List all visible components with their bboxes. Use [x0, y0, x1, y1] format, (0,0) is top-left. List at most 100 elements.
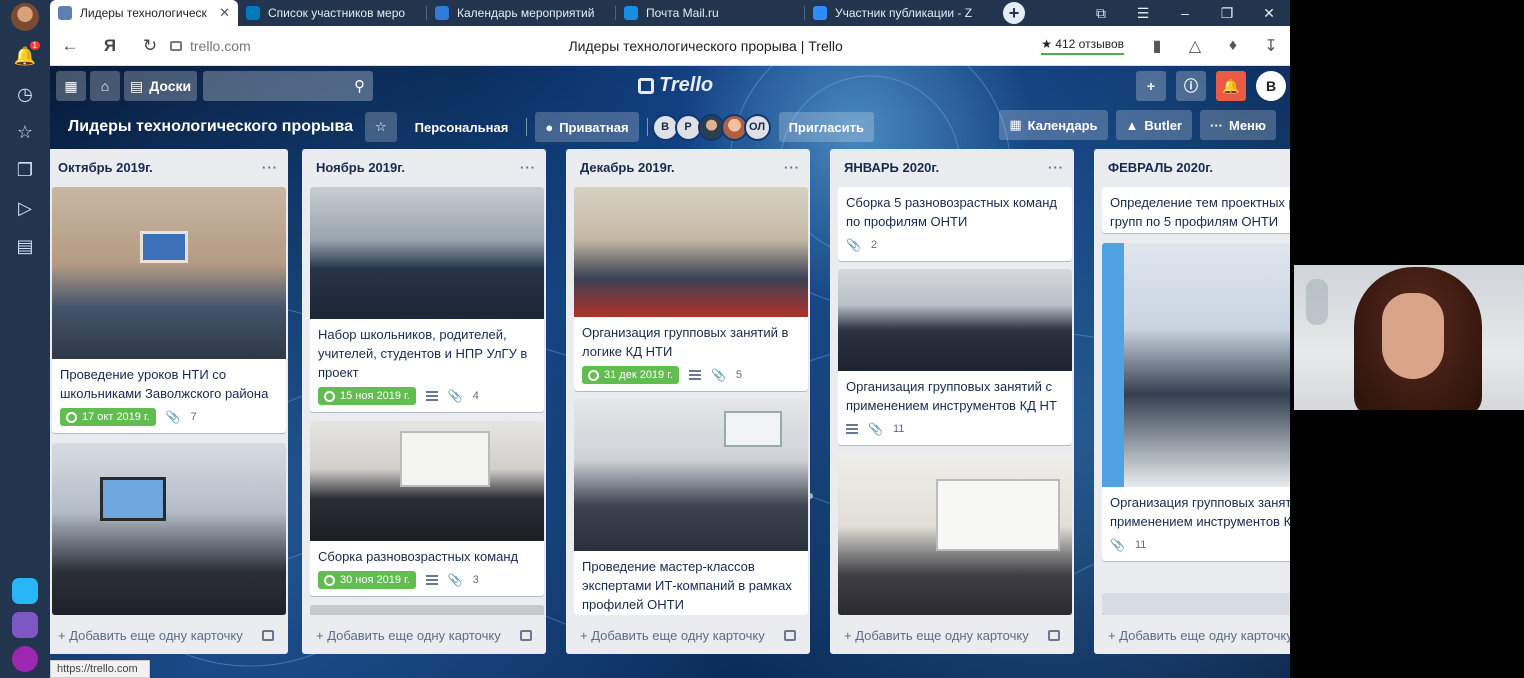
card[interactable]: Проведение уроков НТИ со школьниками Зав… — [52, 187, 286, 433]
list-header[interactable]: Октябрь 2019г. ··· — [50, 149, 288, 185]
card[interactable]: Организация групповых занят применением … — [1102, 243, 1290, 561]
protect-icon[interactable]: △ — [1176, 36, 1214, 56]
member-avatar[interactable]: ОЛ — [743, 113, 771, 141]
card-partial[interactable] — [310, 605, 544, 615]
calendar-button[interactable]: ▦ Календарь — [999, 110, 1108, 140]
profile-avatar[interactable] — [11, 3, 39, 31]
info-icon[interactable]: ⓘ — [1176, 71, 1206, 101]
browser-menu-icon[interactable]: ☰ — [1122, 5, 1164, 22]
boards-button[interactable]: ▤ Доски — [124, 71, 198, 101]
star-board-button[interactable]: ☆ — [364, 112, 397, 142]
list-title[interactable]: Декабрь 2019г. — [580, 160, 675, 175]
list-menu-icon[interactable]: ··· — [784, 160, 800, 175]
tab[interactable]: Участник публикации - Z — [805, 0, 993, 26]
list-menu-icon[interactable]: ··· — [520, 160, 536, 175]
add-card-button[interactable]: + Добавить еще одну карточку — [830, 616, 1074, 654]
restore-icon[interactable]: ❐ — [1206, 5, 1248, 22]
webcam-video — [1294, 265, 1524, 410]
list-header[interactable]: ФЕВРАЛЬ 2020г. — [1094, 149, 1290, 185]
download-icon[interactable]: ↧ — [1252, 36, 1290, 56]
card-template-icon[interactable] — [520, 629, 532, 641]
card[interactable]: Организация групповых занятий в логике К… — [574, 187, 808, 391]
home-icon[interactable]: ⌂ — [90, 71, 120, 101]
tabs-overview-icon[interactable]: ⧉ — [1080, 5, 1122, 22]
list-title[interactable]: ЯНВАРЬ 2020г. — [844, 160, 939, 175]
board-title[interactable]: Лидеры технологического прорыва — [68, 118, 353, 136]
tab[interactable]: Календарь мероприятий — [427, 0, 615, 26]
card[interactable]: Определение тем проектных р групп по 5 п… — [1102, 187, 1290, 233]
bookmark-icon[interactable]: ▮ — [1138, 36, 1176, 56]
messenger-app-icon[interactable] — [12, 578, 38, 604]
reviews-badge[interactable]: ★ 412 отзывов — [1041, 37, 1124, 55]
visibility-button[interactable]: ● Приватная — [535, 112, 639, 142]
attachment-count: 3 — [472, 574, 479, 586]
history-clock-icon[interactable]: ◷ — [12, 81, 38, 107]
card-title: Организация групповых занятий в логике К… — [582, 325, 789, 359]
card[interactable] — [838, 453, 1072, 615]
url-field[interactable]: trello.com — [170, 38, 370, 54]
due-date-badge[interactable]: 17 окт 2019 г. — [60, 408, 156, 426]
card[interactable]: Сборка разновозрастных команд 30 ноя 201… — [310, 421, 544, 596]
butler-button[interactable]: ▲ Butler — [1115, 110, 1192, 140]
search-input[interactable]: ⚲ — [203, 71, 374, 101]
card[interactable]: Набор школьников, родителей, учителей, с… — [310, 187, 544, 412]
status-url-tooltip: https://trello.com — [50, 660, 150, 678]
close-tab-icon[interactable]: ✕ — [219, 5, 230, 21]
list-header[interactable]: Декабрь 2019г. ··· — [566, 149, 810, 185]
back-arrow-icon[interactable]: ← — [50, 36, 90, 56]
notifications-bell-icon[interactable]: 🔔 1 — [12, 41, 40, 69]
tab[interactable]: Почта Mail.ru — [616, 0, 804, 26]
due-date-badge[interactable]: 31 дек 2019 г. — [582, 366, 679, 384]
card[interactable]: Организация групповых занятий с применен… — [838, 269, 1072, 445]
list-menu-icon[interactable]: ··· — [1048, 160, 1064, 175]
apps-grid-icon[interactable]: ▦ — [56, 71, 86, 101]
list-header[interactable]: ЯНВАРЬ 2020г. ··· — [830, 149, 1074, 185]
add-card-button[interactable]: + Добавить еще одну карточку — [50, 616, 288, 654]
collections-icon[interactable]: ❐ — [12, 157, 38, 183]
bookmarks-star-icon[interactable]: ☆ — [12, 119, 38, 145]
card[interactable]: Сборка 5 разновозрастных команд по профи… — [838, 187, 1072, 261]
clock-icon — [588, 369, 599, 381]
user-avatar[interactable]: В — [1256, 71, 1286, 101]
list-header[interactable]: Ноябрь 2019г. ··· — [302, 149, 546, 185]
list-title[interactable]: Октябрь 2019г. — [58, 160, 153, 175]
menu-button[interactable]: ··· Меню — [1199, 110, 1276, 140]
reload-icon[interactable]: ↻ — [130, 36, 170, 56]
add-card-button[interactable]: + Добавить еще одну карточку — [1094, 616, 1290, 654]
due-date-badge[interactable]: 30 ноя 2019 г. — [318, 571, 416, 589]
add-card-button[interactable]: + Добавить еще одну карточку — [302, 616, 546, 654]
list-title[interactable]: Ноябрь 2019г. — [316, 160, 405, 175]
card-template-icon[interactable] — [1048, 629, 1060, 641]
create-plus-button[interactable]: + — [1136, 71, 1166, 101]
card-title: Набор школьников, родителей, учителей, с… — [318, 327, 528, 380]
play-icon[interactable]: ▷ — [12, 195, 38, 221]
yandex-logo-icon[interactable]: Я — [90, 36, 130, 56]
boards-label: Доски — [149, 78, 192, 94]
due-date-badge[interactable]: 15 ноя 2019 г. — [318, 387, 416, 405]
wallet-icon[interactable]: ▤ — [12, 233, 38, 259]
card-template-icon[interactable] — [784, 629, 796, 641]
alice-app-icon[interactable] — [12, 612, 38, 638]
new-tab-plus-icon[interactable]: + — [1003, 2, 1025, 24]
presentation-screen — [936, 479, 1060, 551]
team-button[interactable]: Персональная — [405, 112, 519, 142]
close-window-icon[interactable]: ✕ — [1248, 5, 1290, 22]
card-cover-image — [310, 421, 544, 541]
tab-active[interactable]: Лидеры технологическ ✕ — [50, 0, 238, 26]
list-menu-icon[interactable]: ··· — [262, 160, 278, 175]
plus-icon: + — [58, 627, 70, 643]
list-title[interactable]: ФЕВРАЛЬ 2020г. — [1108, 160, 1213, 175]
trello-logo[interactable]: Trello — [638, 74, 713, 97]
board-header: Лидеры технологического прорыва ☆ Персон… — [50, 110, 1290, 144]
card-partial[interactable] — [1102, 593, 1290, 615]
card[interactable]: Проведение мастер-классов экспертами ИТ-… — [574, 399, 808, 615]
card-template-icon[interactable] — [262, 629, 274, 641]
notifications-icon[interactable]: 🔔 — [1216, 71, 1246, 101]
assistant-app-icon[interactable] — [12, 646, 38, 672]
invite-button[interactable]: Пригласить — [778, 112, 874, 142]
tab[interactable]: Список участников меро — [238, 0, 426, 26]
card[interactable] — [52, 443, 286, 615]
add-card-button[interactable]: + Добавить еще одну карточку — [566, 616, 810, 654]
extensions-icon[interactable]: ♦ — [1214, 37, 1252, 55]
minimize-icon[interactable]: – — [1164, 5, 1206, 21]
